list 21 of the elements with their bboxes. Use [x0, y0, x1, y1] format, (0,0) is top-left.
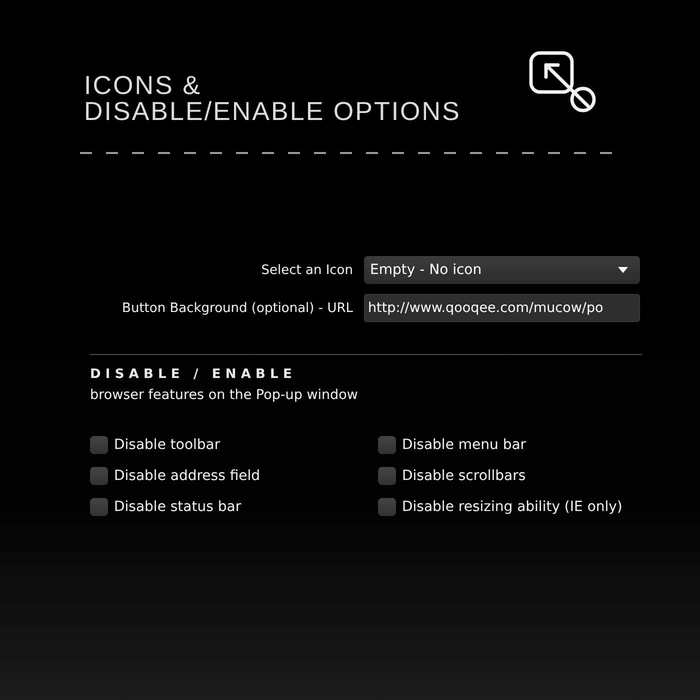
checkbox[interactable] — [378, 436, 396, 454]
arrow-square-icon — [529, 51, 597, 113]
field-label: Select an Icon — [260, 262, 353, 278]
url-field[interactable]: http://www.qooqee.com/mucow/po — [364, 294, 640, 322]
checkbox[interactable] — [378, 498, 396, 516]
field-label: Button Background (optional) - URL — [121, 300, 353, 316]
checkbox[interactable] — [90, 436, 108, 454]
option-label[interactable]: Disable toolbar — [114, 437, 220, 453]
option-label[interactable]: Disable menu bar — [402, 437, 526, 453]
checkbox[interactable] — [90, 498, 108, 516]
caret-icon — [618, 267, 628, 273]
checkbox[interactable] — [90, 467, 108, 485]
option-label[interactable]: Disable scrollbars — [402, 468, 526, 484]
icon-select[interactable]: Empty - No icon — [364, 256, 640, 284]
option-label[interactable]: Disable status bar — [114, 499, 242, 515]
checkbox[interactable] — [378, 467, 396, 485]
option-label[interactable]: Disable address field — [114, 468, 260, 484]
section-heading: DISABLE / ENABLE — [90, 367, 298, 382]
page-title: ICONS & DISABLE/ENABLE OPTIONS — [84, 72, 461, 124]
section-description: browser features on the Pop-up window — [90, 387, 359, 403]
option-label[interactable]: Disable resizing ability (IE only) — [402, 499, 622, 515]
